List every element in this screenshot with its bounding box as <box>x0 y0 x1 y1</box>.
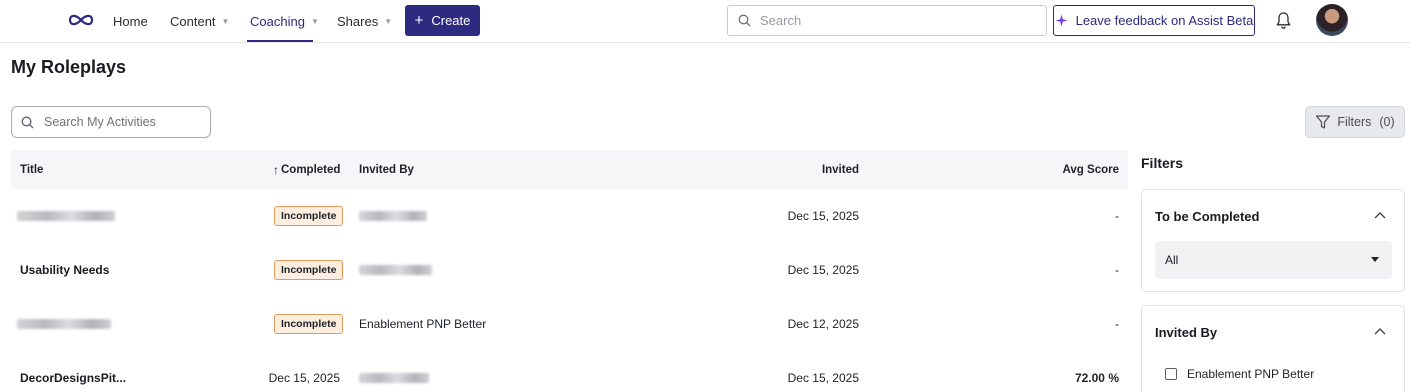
invited-by-option[interactable]: Enablement PNP Better <box>1165 367 1314 381</box>
row-title[interactable]: DecorDesignsPit... <box>20 351 126 392</box>
nav-content-label: Content <box>170 13 216 29</box>
row-avg-score: 72.00 % <box>1074 371 1119 385</box>
roleplays-table: Title ↑ Completed Invited By Invited Avg… <box>11 150 1128 392</box>
row-invited-date: Dec 15, 2025 <box>787 263 859 277</box>
row-invited-by-redacted <box>359 243 432 297</box>
table-row[interactable]: Incomplete Dec 15, 2025 - <box>11 189 1128 243</box>
nav-coaching-label: Coaching <box>250 13 305 29</box>
select-value: All <box>1165 253 1179 267</box>
column-header-invited[interactable]: Invited <box>711 150 859 189</box>
table-row[interactable]: DecorDesignsPit... Dec 15, 2025 Dec 15, … <box>11 351 1128 392</box>
status-badge-label: Incomplete <box>274 260 344 280</box>
status-badge-label: Incomplete <box>274 206 344 226</box>
status-badge: Incomplete <box>274 189 344 243</box>
bell-icon[interactable] <box>1275 11 1292 30</box>
activity-search-input[interactable] <box>44 115 194 129</box>
leave-feedback-button[interactable]: Leave feedback on Assist Beta <box>1053 5 1255 36</box>
column-header-invited-label: Invited <box>821 163 859 176</box>
filter-section-title: To be Completed <box>1155 209 1260 224</box>
row-invited-by-redacted <box>359 189 427 243</box>
row-avg-score: - <box>1115 263 1119 277</box>
create-button-label: Create <box>431 13 471 28</box>
row-invited-date: Dec 12, 2025 <box>787 317 859 331</box>
column-header-title[interactable]: Title <box>20 150 43 189</box>
column-header-invited-by-label: Invited By <box>359 163 414 176</box>
filters-button[interactable]: Filters (0) <box>1305 106 1405 138</box>
nav-content[interactable]: Content ▼ <box>170 0 229 42</box>
row-invited-by: Enablement PNP Better <box>359 317 487 331</box>
status-badge: Incomplete <box>274 297 344 351</box>
column-header-completed[interactable]: ↑ Completed <box>273 150 340 189</box>
chevron-down-icon: ▼ <box>384 17 393 26</box>
page-title: My Roleplays <box>11 57 127 77</box>
logo-icon[interactable] <box>67 11 95 29</box>
chevron-up-icon[interactable] <box>1374 327 1386 335</box>
global-search[interactable] <box>727 5 1047 36</box>
top-nav: Home Content ▼ Coaching ▼ Shares ▼ + Cre… <box>0 0 1410 43</box>
nav-shares-label: Shares <box>337 13 379 29</box>
filter-funnel-icon <box>1316 115 1331 129</box>
checkbox[interactable] <box>1165 368 1177 380</box>
plus-icon: + <box>414 12 424 29</box>
nav-home[interactable]: Home <box>113 0 148 42</box>
column-header-invited-by[interactable]: Invited By <box>359 150 414 189</box>
leave-feedback-label: Leave feedback on Assist Beta <box>1075 13 1254 28</box>
row-invited-date: Dec 15, 2025 <box>787 209 859 223</box>
dropdown-triangle-icon <box>1371 257 1379 262</box>
filter-section-invited-by: Invited By Enablement PNP Better <box>1141 305 1405 392</box>
table-row[interactable]: Incomplete Enablement PNP Better Dec 12,… <box>11 297 1128 351</box>
sparkle-icon <box>1055 14 1068 27</box>
row-invited-by-redacted <box>359 351 429 392</box>
to-be-completed-select[interactable]: All <box>1155 241 1392 279</box>
row-title-redacted[interactable] <box>17 297 111 351</box>
column-header-avg-score[interactable]: Avg Score <box>961 150 1119 189</box>
activity-search[interactable] <box>11 106 211 138</box>
row-title-redacted[interactable] <box>17 189 115 243</box>
chevron-down-icon: ▼ <box>310 17 319 26</box>
status-badge-label: Incomplete <box>274 314 344 334</box>
column-header-title-label: Title <box>20 163 44 176</box>
table-header: Title ↑ Completed Invited By Invited Avg… <box>11 150 1128 189</box>
table-row[interactable]: Usability Needs Incomplete Dec 15, 2025 … <box>11 243 1128 297</box>
invited-by-option-label: Enablement PNP Better <box>1187 367 1315 381</box>
nav-coaching[interactable]: Coaching ▼ <box>250 0 319 42</box>
nav-shares[interactable]: Shares ▼ <box>337 0 392 42</box>
status-badge: Incomplete <box>274 243 344 297</box>
chevron-up-icon[interactable] <box>1374 211 1386 219</box>
column-header-avg-score-label: Avg Score <box>1062 163 1119 176</box>
user-avatar[interactable] <box>1316 4 1348 36</box>
search-icon <box>738 14 751 27</box>
nav-home-label: Home <box>113 13 148 29</box>
filters-panel-heading: Filters <box>1141 155 1184 171</box>
chevron-down-icon: ▼ <box>221 17 230 26</box>
search-icon <box>21 116 34 128</box>
filter-section-to-be-completed: To be Completed All <box>1141 189 1405 292</box>
global-search-input[interactable] <box>760 13 1020 28</box>
active-tab-indicator <box>247 40 313 42</box>
create-button[interactable]: + Create <box>405 5 480 36</box>
row-avg-score: - <box>1115 209 1119 223</box>
filters-count: (0) <box>1379 115 1395 129</box>
column-header-completed-label: Completed <box>281 163 341 176</box>
filter-section-title: Invited By <box>1155 325 1218 340</box>
filters-button-label: Filters <box>1337 115 1372 129</box>
row-avg-score: - <box>1115 317 1119 331</box>
row-title[interactable]: Usability Needs <box>20 243 109 297</box>
row-completed-date: Dec 15, 2025 <box>268 371 340 385</box>
row-invited-date: Dec 15, 2025 <box>787 371 859 385</box>
sort-ascending-icon: ↑ <box>273 162 279 177</box>
